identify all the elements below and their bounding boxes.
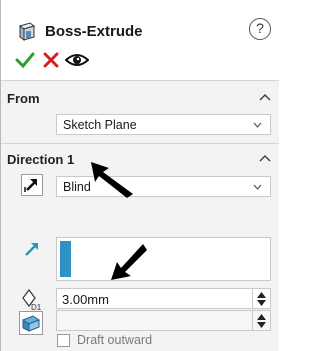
end-condition-value: Blind [63, 180, 91, 194]
depth-value: 3.00mm [62, 292, 109, 307]
draft-stepper[interactable] [252, 311, 270, 330]
from-group-title: From [7, 91, 40, 106]
spin-up-icon[interactable] [257, 314, 266, 320]
panel-title: Boss-Extrude [45, 23, 143, 40]
from-dropdown[interactable]: Sketch Plane [56, 114, 271, 135]
direction-selection-box[interactable] [56, 237, 271, 281]
checkmark-icon[interactable] [15, 50, 35, 70]
eye-icon[interactable] [65, 50, 89, 70]
depth-stepper[interactable] [252, 289, 270, 308]
draft-outward-checkbox[interactable] [57, 334, 70, 347]
spin-up-icon[interactable] [257, 292, 266, 298]
panel-header: Boss-Extrude ? [9, 18, 271, 48]
spin-down-icon[interactable] [257, 322, 266, 328]
from-group: From Sketch Plane [1, 81, 279, 143]
direction-arrow-icon [25, 243, 38, 256]
draft-outward-label: Draft outward [77, 333, 153, 347]
from-dropdown-value: Sketch Plane [63, 118, 137, 132]
pointer-arrow-icon [111, 244, 147, 280]
chevron-down-icon [253, 184, 262, 190]
x-icon[interactable] [41, 50, 61, 70]
chevron-down-icon [253, 122, 262, 128]
pointer-arrow-icon [91, 162, 133, 198]
chevron-up-icon[interactable] [259, 93, 271, 101]
spin-down-icon[interactable] [257, 300, 266, 306]
draft-toggle-icon[interactable] [19, 311, 43, 335]
boss-extrude-icon [18, 22, 36, 41]
direction1-group-title: Direction 1 [7, 152, 75, 167]
draft-angle-input[interactable] [56, 310, 271, 331]
chevron-up-icon[interactable] [259, 154, 271, 162]
depth-d1-icon: D1 [22, 289, 42, 312]
selection-indicator [60, 241, 71, 277]
depth-input[interactable]: 3.00mm [56, 288, 271, 309]
help-button[interactable]: ? [249, 18, 271, 40]
property-manager-panel: Boss-Extrude ? From Sketch Plane Directi… [0, 0, 279, 351]
reverse-direction-icon[interactable] [21, 174, 43, 196]
